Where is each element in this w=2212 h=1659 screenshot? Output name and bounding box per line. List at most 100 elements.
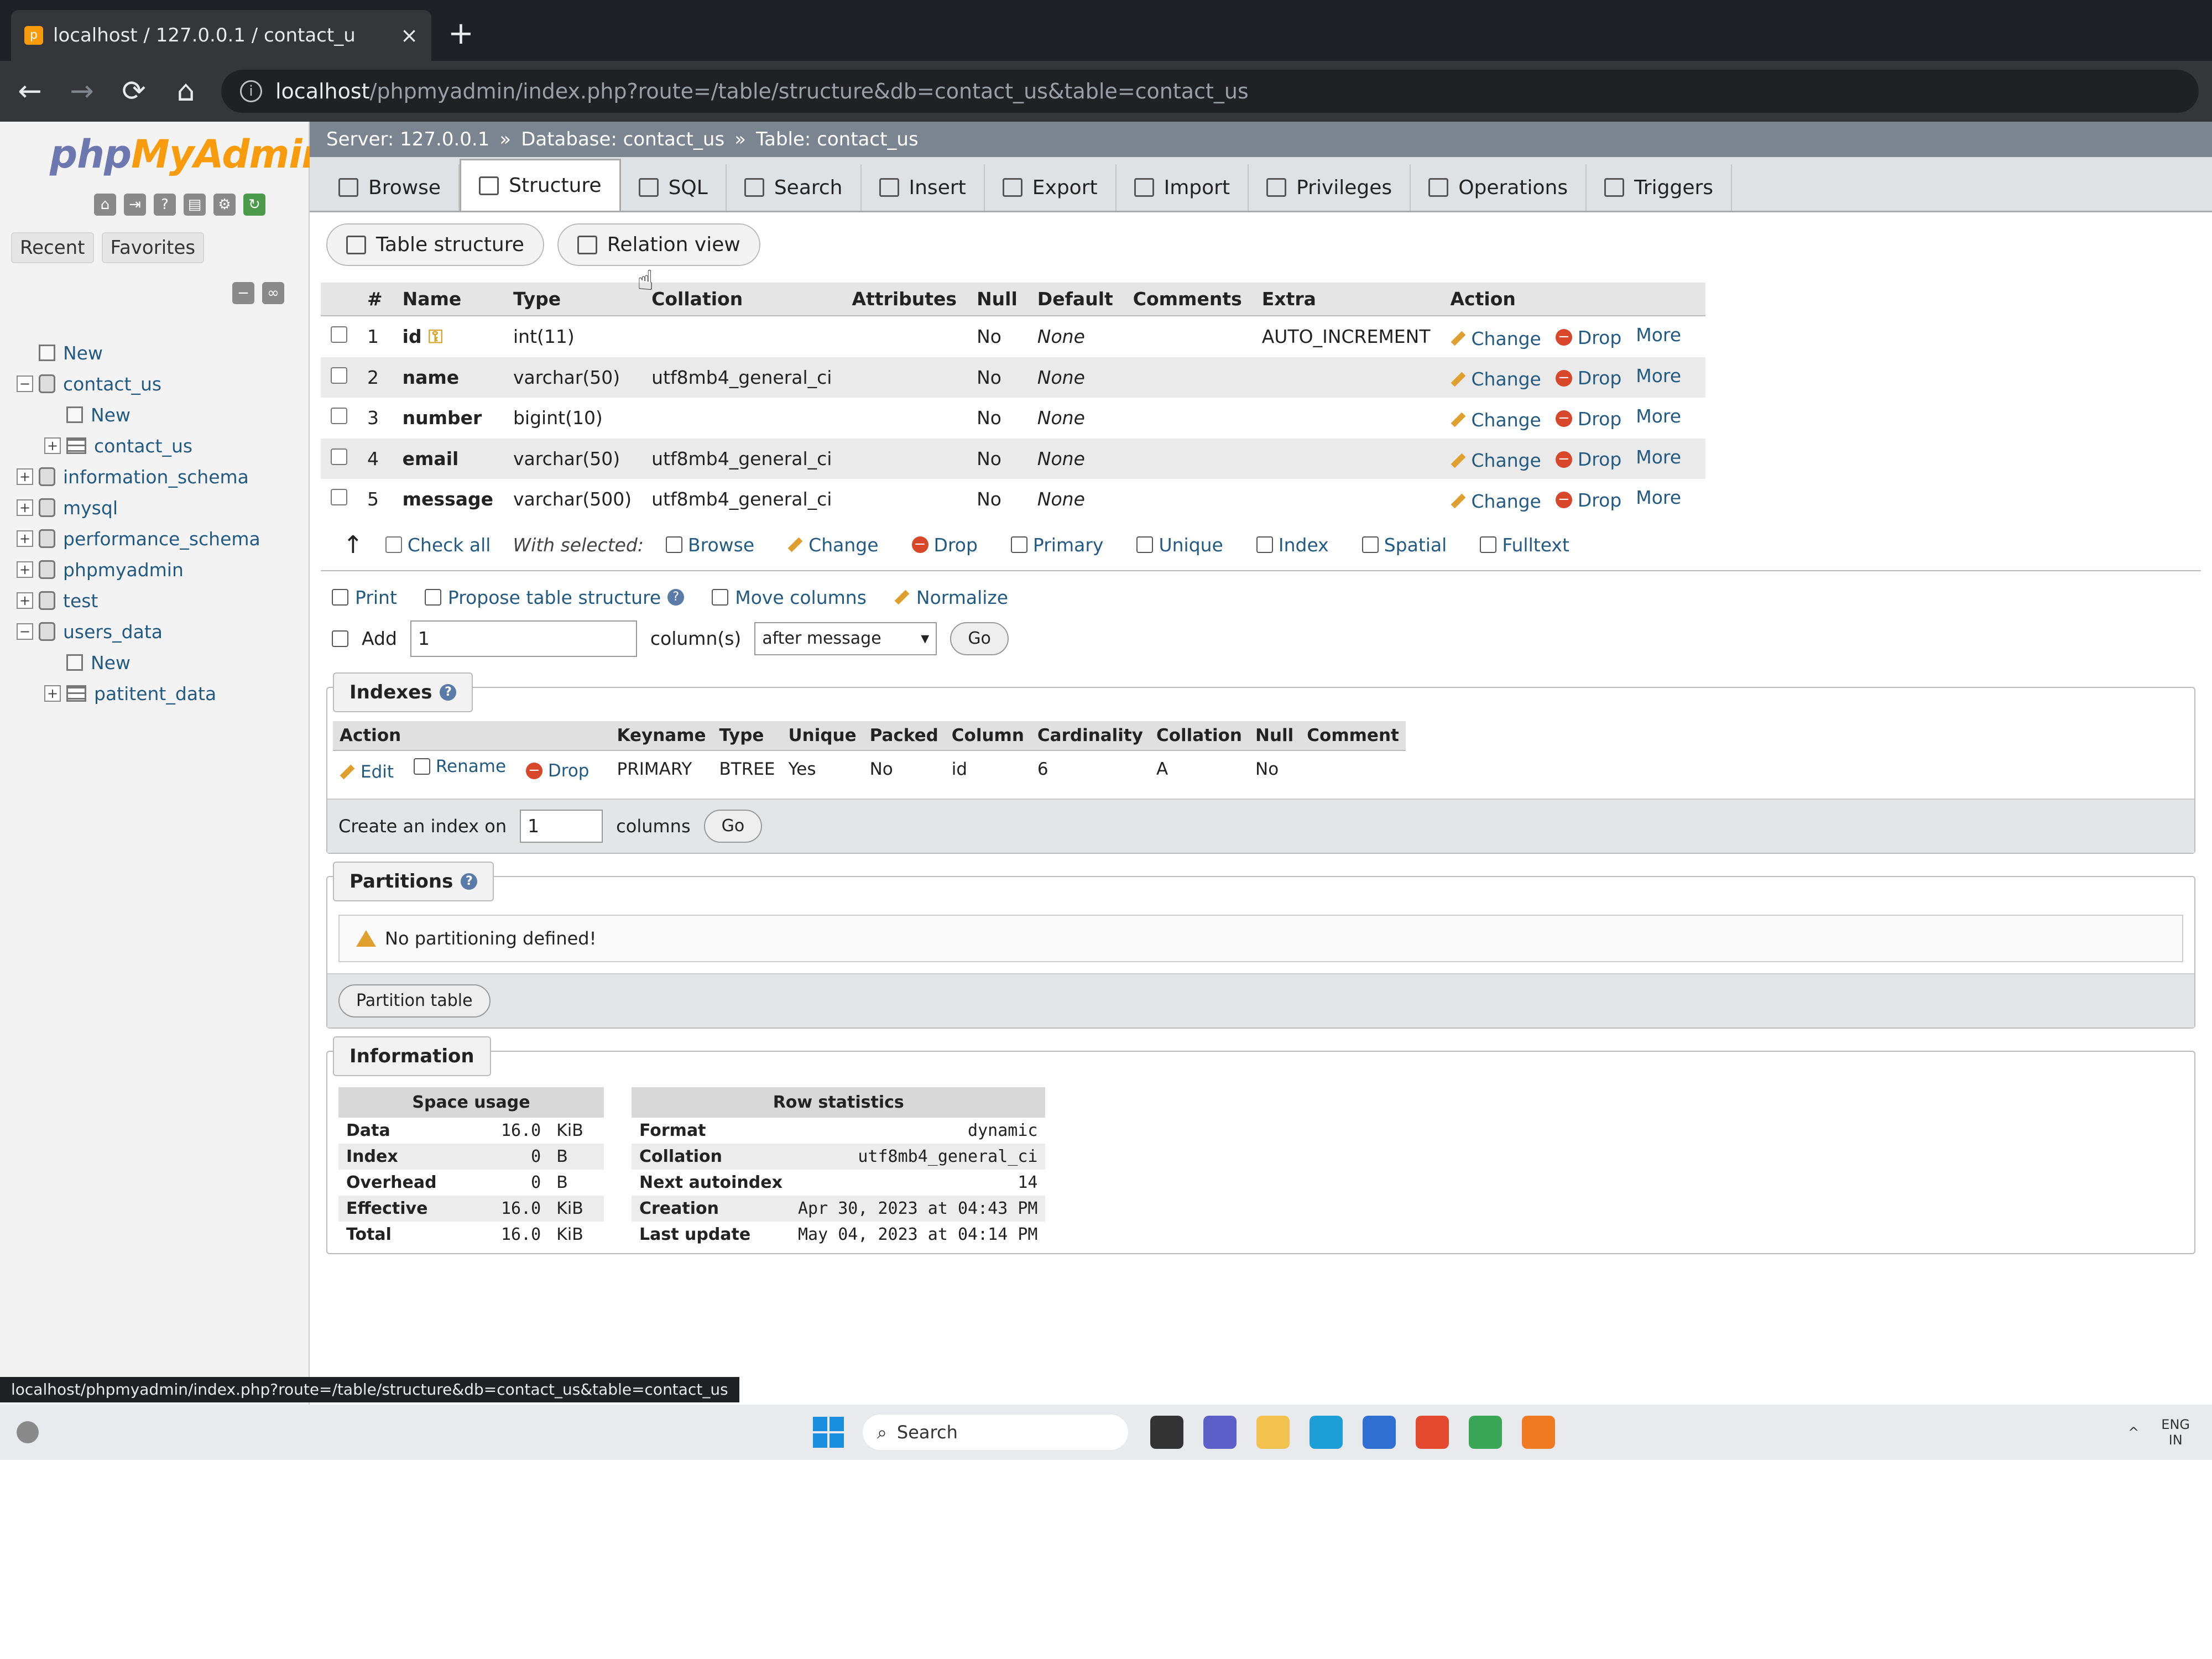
more-link[interactable]: More bbox=[1636, 446, 1681, 468]
print-link[interactable]: Print bbox=[332, 587, 397, 608]
chrome-icon[interactable] bbox=[1469, 1416, 1502, 1449]
tab-browse[interactable]: Browse bbox=[321, 164, 460, 211]
with-selected-spatial-button[interactable]: Spatial bbox=[1361, 534, 1447, 556]
tree-expander-icon[interactable]: − bbox=[17, 623, 33, 640]
tab-triggers[interactable]: Triggers bbox=[1587, 164, 1733, 211]
edge-icon[interactable] bbox=[1310, 1416, 1343, 1449]
tab-search[interactable]: Search bbox=[727, 164, 862, 211]
store-icon[interactable] bbox=[1363, 1416, 1396, 1449]
favorites-tab[interactable]: Favorites bbox=[101, 232, 205, 263]
with-selected-unique-button[interactable]: Unique bbox=[1136, 534, 1223, 556]
tree-expander-icon[interactable]: + bbox=[17, 530, 33, 547]
tab-structure[interactable]: Structure bbox=[460, 159, 621, 211]
drop-link[interactable]: − Drop bbox=[1555, 327, 1621, 348]
with-selected-browse-button[interactable]: Browse bbox=[666, 534, 754, 556]
add-columns-count-input[interactable]: 1 bbox=[410, 620, 637, 657]
tab-operations[interactable]: Operations bbox=[1411, 164, 1587, 211]
link-with-main-icon[interactable]: ∞ bbox=[262, 282, 284, 304]
change-link[interactable]: Change bbox=[1451, 409, 1541, 431]
propose-structure-link[interactable]: Propose table structure? bbox=[424, 587, 685, 608]
help-icon[interactable]: ? bbox=[461, 873, 478, 890]
tab-privileges[interactable]: Privileges bbox=[1249, 164, 1411, 211]
tree-node[interactable]: − users_data bbox=[17, 616, 260, 647]
tree-expander-icon[interactable]: + bbox=[44, 437, 61, 454]
docs-icon[interactable]: ▤ bbox=[184, 194, 206, 216]
xampp-icon[interactable] bbox=[1522, 1416, 1555, 1449]
forward-arrow-icon[interactable]: → bbox=[65, 75, 98, 108]
tab-export[interactable]: Export bbox=[985, 164, 1117, 211]
tree-node[interactable]: + test bbox=[17, 585, 260, 616]
new-tab-button[interactable]: + bbox=[448, 14, 474, 53]
tree-node[interactable]: + performance_schema bbox=[17, 523, 260, 554]
settings-gear-icon[interactable]: ⚙ bbox=[213, 194, 236, 216]
tree-node[interactable]: + patitent_data bbox=[17, 678, 260, 709]
change-link[interactable]: Change bbox=[1451, 491, 1541, 512]
row-checkbox[interactable] bbox=[331, 326, 347, 343]
breadcrumb-server[interactable]: Server: 127.0.0.1 bbox=[326, 128, 489, 150]
collapse-all-icon[interactable]: − bbox=[232, 282, 254, 304]
tree-node[interactable]: − contact_us bbox=[17, 368, 260, 399]
tree-node[interactable]: + phpmyadmin bbox=[17, 554, 260, 585]
with-selected-index-button[interactable]: Index bbox=[1256, 534, 1329, 556]
breadcrumb-table[interactable]: Table: contact_us bbox=[756, 128, 919, 150]
phpmyadmin-logo[interactable]: phpMyAdmin bbox=[50, 132, 329, 177]
index-rename-link[interactable]: Rename bbox=[413, 757, 506, 776]
drop-link[interactable]: − Drop bbox=[1555, 489, 1621, 511]
relation-view-subtab[interactable]: Relation view bbox=[557, 223, 760, 266]
change-link[interactable]: Change bbox=[1451, 450, 1541, 471]
home-icon[interactable]: ⌂ bbox=[94, 194, 116, 216]
row-checkbox[interactable] bbox=[331, 367, 347, 384]
help-icon[interactable]: ? bbox=[440, 684, 457, 701]
taskbar-search[interactable]: ⌕ Search bbox=[863, 1415, 1128, 1450]
add-columns-go-button[interactable]: Go bbox=[950, 622, 1009, 655]
reload-navigation-icon[interactable]: ↻ bbox=[243, 194, 265, 216]
normalize-link[interactable]: Normalize bbox=[894, 587, 1008, 608]
tree-expander-icon[interactable]: + bbox=[17, 561, 33, 578]
with-selected-fulltext-button[interactable]: Fulltext bbox=[1480, 534, 1569, 556]
move-columns-link[interactable]: Move columns bbox=[712, 587, 867, 608]
tree-node[interactable]: + information_schema bbox=[17, 461, 260, 492]
language-indicator[interactable]: ENG IN bbox=[2161, 1417, 2190, 1448]
close-tab-icon[interactable]: × bbox=[400, 23, 418, 48]
tree-node[interactable]: New bbox=[17, 399, 260, 430]
more-link[interactable]: More bbox=[1636, 365, 1681, 387]
back-arrow-icon[interactable]: ← bbox=[13, 75, 46, 108]
create-index-go-button[interactable]: Go bbox=[703, 809, 763, 843]
tree-expander-icon[interactable]: + bbox=[17, 592, 33, 609]
row-checkbox[interactable] bbox=[331, 489, 347, 506]
row-checkbox[interactable] bbox=[331, 448, 347, 465]
tree-node[interactable]: + contact_us bbox=[17, 430, 260, 461]
change-link[interactable]: Change bbox=[1451, 328, 1541, 349]
column-position-select[interactable]: after message ▾ bbox=[754, 622, 937, 655]
tree-expander-icon[interactable]: + bbox=[44, 685, 61, 702]
help-icon[interactable]: ? bbox=[667, 589, 685, 606]
show-hidden-icons[interactable]: ^ bbox=[2128, 1425, 2139, 1440]
task-view-icon[interactable] bbox=[1150, 1416, 1183, 1449]
tree-expander-icon[interactable]: + bbox=[17, 468, 33, 485]
with-selected-drop-button[interactable]: − Drop bbox=[911, 534, 978, 556]
row-checkbox[interactable] bbox=[331, 408, 347, 425]
site-info-icon[interactable]: i bbox=[240, 80, 262, 102]
with-selected-change-button[interactable]: Change bbox=[787, 534, 879, 556]
tab-insert[interactable]: Insert bbox=[862, 164, 985, 211]
file-explorer-icon[interactable] bbox=[1256, 1416, 1290, 1449]
help-icon[interactable]: ? bbox=[154, 194, 176, 216]
url-field[interactable]: i localhost/phpmyadmin/index.php?route=/… bbox=[221, 70, 2199, 113]
with-selected-primary-button[interactable]: Primary bbox=[1010, 534, 1103, 556]
browser-tab[interactable]: p localhost / 127.0.0.1 / contact_u × bbox=[11, 10, 431, 61]
widgets-icon[interactable] bbox=[17, 1421, 39, 1443]
tree-node[interactable]: + mysql bbox=[17, 492, 260, 523]
home-icon[interactable]: ⌂ bbox=[169, 75, 202, 108]
drop-link[interactable]: − Drop bbox=[1555, 367, 1621, 389]
teams-icon[interactable] bbox=[1203, 1416, 1237, 1449]
tab-sql[interactable]: SQL bbox=[621, 164, 727, 211]
index-drop-link[interactable]: − Drop bbox=[525, 761, 589, 781]
tab-import[interactable]: Import bbox=[1117, 164, 1249, 211]
partition-table-button[interactable]: Partition table bbox=[338, 984, 491, 1018]
brave-icon[interactable] bbox=[1416, 1416, 1449, 1449]
create-index-columns-input[interactable]: 1 bbox=[520, 809, 603, 843]
more-link[interactable]: More bbox=[1636, 405, 1681, 427]
check-all-toggle[interactable]: Check all bbox=[385, 534, 491, 556]
logout-icon[interactable]: ⇥ bbox=[124, 194, 146, 216]
tree-node[interactable]: New bbox=[17, 647, 260, 678]
